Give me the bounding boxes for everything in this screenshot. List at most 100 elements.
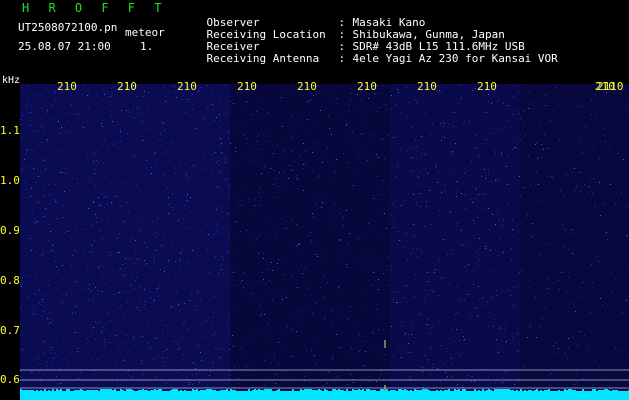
noise-pixel xyxy=(593,148,594,149)
noise-pixel xyxy=(250,152,251,153)
noise-pixel xyxy=(538,133,539,134)
noise-pixel xyxy=(466,171,467,172)
baseline-spike xyxy=(412,391,414,392)
noise-pixel xyxy=(416,176,417,177)
noise-pixel xyxy=(429,294,430,295)
noise-pixel xyxy=(194,261,195,262)
noise-pixel xyxy=(485,208,486,209)
noise-pixel xyxy=(417,291,418,292)
noise-pixel xyxy=(602,304,603,305)
noise-pixel xyxy=(139,270,140,271)
baseline-spike xyxy=(128,389,130,392)
noise-pixel xyxy=(497,171,498,172)
noise-pixel xyxy=(83,348,84,349)
noise-pixel xyxy=(534,385,535,386)
noise-pixel xyxy=(102,115,103,116)
noise-pixel xyxy=(296,177,297,178)
noise-pixel xyxy=(292,329,293,330)
noise-pixel xyxy=(148,107,149,108)
noise-pixel xyxy=(197,290,198,291)
baseline-spike xyxy=(78,390,80,392)
noise-pixel xyxy=(378,329,379,330)
noise-pixel xyxy=(547,148,548,149)
noise-pixel xyxy=(425,168,426,169)
noise-pixel xyxy=(493,207,494,208)
noise-pixel xyxy=(119,292,120,293)
noise-pixel xyxy=(442,260,443,261)
noise-pixel xyxy=(502,382,503,383)
noise-pixel xyxy=(519,202,520,203)
noise-pixel xyxy=(457,172,458,173)
noise-pixel xyxy=(129,356,130,357)
noise-pixel xyxy=(33,212,34,213)
noise-pixel xyxy=(427,162,428,163)
noise-pixel xyxy=(53,244,54,245)
baseline-spike xyxy=(470,391,472,392)
noise-pixel xyxy=(175,173,176,174)
noise-pixel xyxy=(246,110,247,111)
baseline-spike xyxy=(140,390,142,392)
noise-pixel xyxy=(31,209,32,210)
baseline-spike xyxy=(306,389,308,392)
noise-pixel xyxy=(278,259,279,260)
noise-pixel xyxy=(305,151,306,152)
noise-pixel xyxy=(461,279,462,280)
noise-pixel xyxy=(324,317,325,318)
noise-pixel xyxy=(214,120,215,121)
noise-pixel xyxy=(467,361,468,362)
noise-pixel xyxy=(469,246,470,247)
noise-pixel xyxy=(503,143,504,144)
noise-pixel xyxy=(457,190,458,191)
noise-pixel xyxy=(522,123,523,124)
noise-pixel xyxy=(406,219,407,220)
noise-pixel xyxy=(247,188,248,189)
noise-pixel xyxy=(364,115,365,116)
noise-pixel xyxy=(110,255,111,256)
noise-pixel xyxy=(325,199,326,200)
baseline-spike xyxy=(420,390,422,392)
noise-pixel xyxy=(421,315,422,316)
noise-pixel xyxy=(385,104,386,105)
noise-pixel xyxy=(535,297,536,298)
noise-pixel xyxy=(246,366,247,367)
noise-pixel xyxy=(221,305,222,306)
noise-pixel xyxy=(26,230,27,231)
noise-pixel xyxy=(575,281,576,282)
noise-pixel xyxy=(323,110,324,111)
noise-pixel xyxy=(421,326,422,327)
baseline-spike xyxy=(560,391,562,392)
noise-pixel xyxy=(79,203,80,204)
noise-pixel xyxy=(268,269,269,270)
waterfall-spectrogram[interactable] xyxy=(20,84,629,400)
noise-pixel xyxy=(20,376,21,377)
noise-pixel xyxy=(578,107,579,108)
noise-pixel xyxy=(229,279,230,280)
noise-pixel xyxy=(52,349,53,350)
baseline-spike xyxy=(434,391,436,392)
noise-pixel xyxy=(185,209,186,210)
waterfall-band xyxy=(20,84,230,400)
noise-pixel xyxy=(57,383,58,384)
noise-pixel xyxy=(68,363,69,364)
noise-pixel xyxy=(135,280,136,281)
noise-pixel xyxy=(426,153,427,154)
baseline-spike xyxy=(542,391,544,392)
noise-pixel xyxy=(412,326,413,327)
noise-pixel xyxy=(154,152,155,153)
noise-pixel xyxy=(363,266,364,267)
noise-pixel xyxy=(244,337,245,338)
baseline-spike xyxy=(322,391,324,392)
noise-pixel xyxy=(587,162,588,163)
noise-pixel xyxy=(397,164,398,165)
noise-pixel xyxy=(433,364,434,365)
noise-pixel xyxy=(117,215,118,216)
noise-pixel xyxy=(55,261,56,262)
noise-pixel xyxy=(165,233,166,234)
noise-pixel xyxy=(158,139,159,140)
noise-pixel xyxy=(305,267,306,268)
noise-pixel xyxy=(30,125,31,126)
noise-pixel xyxy=(581,142,582,143)
noise-pixel xyxy=(151,360,152,361)
noise-pixel xyxy=(134,288,135,289)
noise-pixel xyxy=(195,298,196,299)
